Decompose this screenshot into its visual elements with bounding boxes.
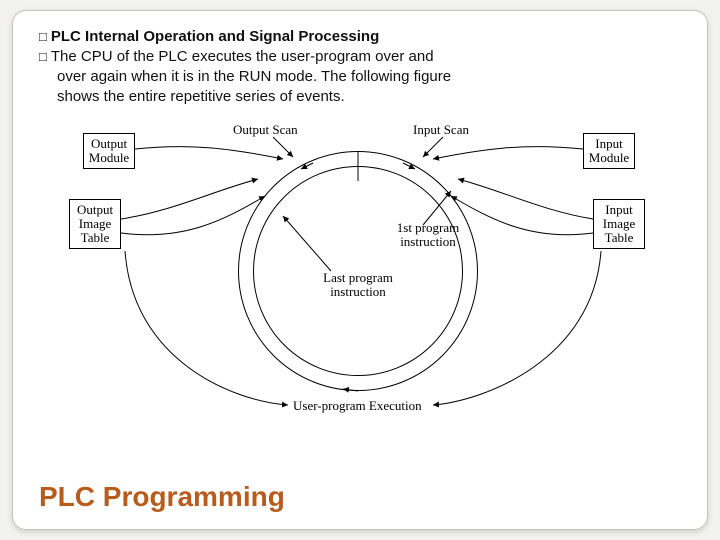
bullet-glyph: □ — [39, 47, 47, 67]
bullet-body-line2: over again when it is in the RUN mode. T… — [39, 67, 681, 87]
slide-card: □ PLC Internal Operation and Signal Proc… — [12, 10, 708, 530]
figure-connectors — [83, 121, 643, 421]
bullet-body-line1: The CPU of the PLC executes the user-pro… — [51, 47, 434, 67]
bullet-heading-row: □ PLC Internal Operation and Signal Proc… — [39, 27, 681, 47]
bullet-body-line3: shows the entire repetitive series of ev… — [39, 87, 681, 107]
scan-cycle-figure: Output Module Output Image Table Input M… — [83, 121, 643, 421]
slide-title: PLC Programming — [39, 481, 285, 513]
bullet-glyph: □ — [39, 27, 47, 47]
bullet-heading-text: PLC Internal Operation and Signal Proces… — [51, 27, 379, 47]
bullet-body-row: □ The CPU of the PLC executes the user-p… — [39, 47, 681, 67]
